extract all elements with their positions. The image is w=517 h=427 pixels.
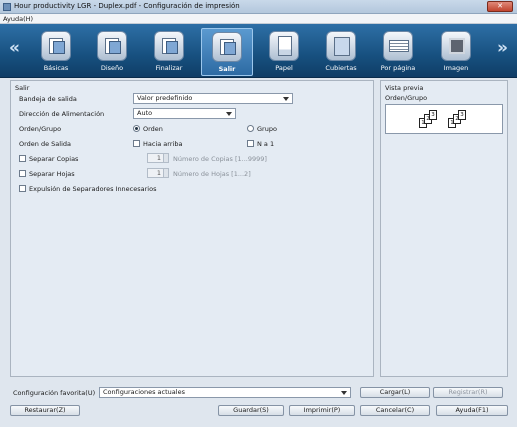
cancel-button[interactable]: Cancelar(C)	[360, 405, 430, 416]
eject-separators-label: Expulsión de Separadores Innecesarios	[29, 185, 157, 193]
help-button[interactable]: Ayuda(F1)	[436, 405, 508, 416]
scroll-left-icon[interactable]: «	[9, 38, 20, 58]
output-settings-panel: Salir Bandeja de salida Valor predefinid…	[10, 80, 374, 377]
output-tray-value: Valor predefinido	[137, 94, 193, 102]
title-bar: Hour productivity LGR - Duplex.pdf - Con…	[0, 0, 517, 14]
paper-icon	[269, 31, 299, 61]
favorites-label: Configuración favorita(U)	[13, 389, 96, 397]
spinner-icon[interactable]	[163, 169, 168, 177]
order-radio[interactable]	[133, 125, 140, 132]
copies-stepper[interactable]: 1	[147, 153, 169, 163]
feed-direction-label: Dirección de Alimentación	[19, 110, 105, 118]
tab-imagen[interactable]: Imagen	[430, 28, 482, 76]
output-icon	[212, 32, 242, 62]
tab-label: Finalizar	[155, 64, 183, 72]
order-radio-label: Orden	[143, 125, 163, 133]
order-group-label: Orden/Grupo	[19, 125, 62, 133]
separate-copies-checkbox[interactable]	[19, 155, 26, 162]
group-radio[interactable]	[247, 125, 254, 132]
layout-icon	[97, 31, 127, 61]
covers-icon	[326, 31, 356, 61]
tab-cubiertas[interactable]: Cubiertas	[315, 28, 367, 76]
n-to-1-checkbox[interactable]	[247, 140, 254, 147]
category-toolbar: « Básicas Diseño Finalizar Salir Papel C…	[0, 24, 517, 78]
favorites-value: Configuraciones actuales	[103, 388, 185, 396]
output-tray-select[interactable]: Valor predefinido	[133, 93, 293, 104]
per-page-icon	[383, 31, 413, 61]
chevron-down-icon	[283, 97, 289, 101]
chevron-down-icon	[341, 391, 347, 395]
save-button[interactable]: Guardar(S)	[218, 405, 284, 416]
image-icon	[441, 31, 471, 61]
close-button[interactable]: ✕	[487, 1, 513, 12]
face-up-checkbox[interactable]	[133, 140, 140, 147]
output-tray-label: Bandeja de salida	[19, 95, 77, 103]
eject-separators-checkbox[interactable]	[19, 185, 26, 192]
group-radio-label: Grupo	[257, 125, 277, 133]
sheets-range-hint: Número de Hojas [1...2]	[173, 170, 251, 178]
favorites-select[interactable]: Configuraciones actuales	[99, 387, 351, 398]
tab-finalizar[interactable]: Finalizar	[143, 28, 195, 76]
output-order-label: Orden de Salida	[19, 140, 72, 148]
preview-page: 3	[458, 110, 466, 120]
face-up-label: Hacia arriba	[143, 140, 183, 148]
tab-salir[interactable]: Salir	[201, 28, 253, 76]
restore-button[interactable]: Restaurar(Z)	[10, 405, 80, 416]
separate-sheets-checkbox[interactable]	[19, 170, 26, 177]
print-button[interactable]: Imprimir(P)	[289, 405, 355, 416]
feed-direction-value: Auto	[137, 109, 153, 117]
tab-label: Por página	[380, 64, 416, 72]
tab-label: Imagen	[443, 64, 469, 72]
scroll-right-icon[interactable]: »	[497, 38, 508, 58]
n-to-1-label: N a 1	[257, 140, 275, 148]
sheets-stepper[interactable]: 1	[147, 168, 169, 178]
register-button[interactable]: Registrar(R)	[433, 387, 503, 398]
load-button[interactable]: Cargar(L)	[360, 387, 430, 398]
menu-help[interactable]: Ayuda(H)	[3, 15, 33, 23]
preview-panel: Vista previa Orden/Grupo 1 2 3 1 2 3	[380, 80, 508, 377]
feed-direction-select[interactable]: Auto	[133, 108, 236, 119]
finishing-icon	[154, 31, 184, 61]
tab-diseno[interactable]: Diseño	[86, 28, 138, 76]
copies-range-hint: Número de Copias [1...9999]	[173, 155, 267, 163]
basic-settings-icon	[41, 31, 71, 61]
app-icon	[3, 3, 11, 11]
favorites-row: Configuración favorita(U) Configuracione…	[10, 386, 508, 400]
menu-bar: Ayuda(H)	[0, 14, 517, 24]
spinner-icon[interactable]	[163, 154, 168, 162]
separate-sheets-label: Separar Hojas	[29, 170, 75, 178]
copies-value: 1	[156, 154, 161, 162]
preview-page: 3	[429, 110, 437, 120]
tab-papel[interactable]: Papel	[258, 28, 310, 76]
tab-por-pagina[interactable]: Por página	[372, 28, 424, 76]
section-title: Salir	[15, 84, 30, 92]
tab-label: Cubiertas	[325, 64, 357, 72]
tab-label: Básicas	[43, 64, 69, 72]
preview-subtitle: Orden/Grupo	[385, 94, 428, 102]
tab-label: Diseño	[100, 64, 124, 72]
preview-image: 1 2 3 1 2 3	[385, 104, 503, 134]
preview-title: Vista previa	[385, 84, 424, 92]
tab-label: Salir	[218, 65, 236, 73]
window-title: Hour productivity LGR - Duplex.pdf - Con…	[14, 2, 240, 10]
chevron-down-icon	[226, 112, 232, 116]
separate-copies-label: Separar Copias	[29, 155, 79, 163]
tab-basicas[interactable]: Básicas	[30, 28, 82, 76]
sheets-value: 1	[156, 169, 161, 177]
tab-label: Papel	[275, 64, 293, 72]
footer-bar: Restaurar(Z) Guardar(S) Imprimir(P) Canc…	[0, 402, 517, 427]
